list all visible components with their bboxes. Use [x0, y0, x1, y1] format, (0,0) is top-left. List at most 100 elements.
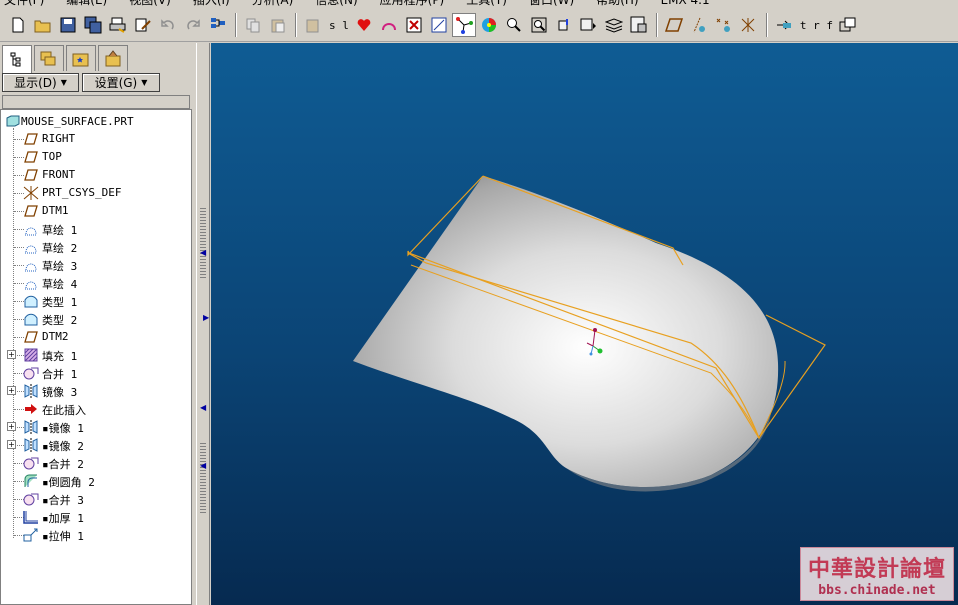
menu-item[interactable]: 文件(F)	[4, 0, 44, 8]
splitter-grip[interactable]	[200, 443, 206, 513]
graphics-viewport[interactable]	[211, 43, 958, 605]
pointer-icon[interactable]	[772, 13, 796, 37]
menu-item[interactable]: 编辑(E)	[66, 0, 107, 8]
panel-dropdowns: 显示(D) ▼ 设置(G) ▼	[2, 73, 160, 92]
boundary-icon	[23, 311, 39, 327]
settings-dropdown-label: 设置(G)	[94, 76, 138, 90]
connections-icon	[105, 49, 121, 66]
model-tree-icon	[10, 52, 21, 66]
mouse-surface[interactable]	[353, 176, 779, 488]
extrude-icon	[23, 527, 39, 543]
splitter-grip[interactable]	[200, 208, 206, 278]
insert-here-icon	[23, 401, 39, 417]
menu-item[interactable]: 插入(I)	[193, 0, 230, 8]
menu-item[interactable]: 应用程序(P)	[380, 0, 445, 8]
reorient-icon[interactable]	[552, 13, 576, 37]
datum-plane-icon	[23, 203, 39, 219]
settings-dropdown[interactable]: 设置(G) ▼	[82, 73, 160, 92]
model-render[interactable]	[211, 43, 958, 605]
tab-folder-browser[interactable]	[34, 45, 64, 71]
tab-connections[interactable]	[98, 45, 128, 71]
expand-right-icon[interactable]: ▶	[203, 313, 209, 322]
datum-point-icon[interactable]	[712, 13, 736, 37]
panel-tabs	[2, 45, 130, 73]
paste-special-icon[interactable]	[301, 13, 325, 37]
mirror-icon	[23, 419, 39, 435]
open-folder-icon[interactable]	[31, 13, 55, 37]
thicken-icon	[23, 509, 39, 525]
edit-sketch-icon[interactable]	[427, 13, 451, 37]
collapse-left-icon[interactable]: ◀	[200, 461, 206, 470]
zoom-fit-icon[interactable]	[527, 13, 551, 37]
watermark-title: 中華設計論壇	[807, 556, 946, 582]
tree-item-label: RIGHT	[42, 132, 76, 145]
spin-center-icon[interactable]	[451, 13, 476, 37]
favorites-icon	[72, 53, 89, 66]
panel-splitter[interactable]: ◀ ▶ ◀ ◀	[196, 43, 210, 605]
expand-toggle-icon[interactable]: +	[7, 386, 16, 395]
heart-icon[interactable]	[352, 13, 376, 37]
mirror-icon	[23, 437, 39, 453]
datum-axis-icon[interactable]	[687, 13, 711, 37]
watermark-url: bbs.chinade.net	[818, 582, 936, 598]
view-manager-icon[interactable]	[627, 13, 651, 37]
sketch-icon	[23, 257, 39, 273]
tree-item-label: 镜像 3	[42, 386, 78, 399]
tree-filter-bar[interactable]	[2, 95, 190, 109]
paste-icon[interactable]	[266, 13, 290, 37]
color-wheel-icon[interactable]	[477, 13, 501, 37]
zoom-in-icon[interactable]	[502, 13, 526, 37]
display-dropdown[interactable]: 显示(D) ▼	[2, 73, 79, 92]
csys-icon[interactable]	[737, 13, 761, 37]
collapse-left-icon[interactable]: ◀	[200, 248, 206, 257]
datum-plane-icon	[23, 149, 39, 165]
chevron-down-icon: ▼	[141, 78, 148, 87]
tree-item-label: 草绘 2	[42, 242, 78, 255]
tree-item-label: 草绘 3	[42, 260, 78, 273]
close-window-icon[interactable]	[402, 13, 426, 37]
expand-toggle-icon[interactable]: +	[7, 350, 16, 359]
shape-icon[interactable]	[377, 13, 401, 37]
tree-item-label: TOP	[42, 150, 62, 163]
tree-item-label: 草绘 1	[42, 224, 78, 237]
save-copy-icon[interactable]	[81, 13, 105, 37]
tree-item-label: 填充 1	[42, 350, 78, 363]
menu-item[interactable]: 视图(V)	[129, 0, 171, 8]
print-icon[interactable]	[106, 13, 130, 37]
merge-icon	[23, 455, 39, 471]
copy-icon[interactable]	[241, 13, 265, 37]
toolbar-text-sl[interactable]: s l	[326, 19, 352, 32]
menu-item[interactable]: 工具(T)	[466, 0, 507, 8]
part-icon	[5, 113, 21, 129]
tree-item-label: 类型 1	[42, 296, 78, 309]
menu-item[interactable]: EMX 4.1	[661, 0, 710, 7]
sketch-icon	[23, 275, 39, 291]
tree-item-label: ▪加厚 1	[42, 512, 84, 525]
expand-toggle-icon[interactable]: +	[7, 440, 16, 449]
toolbar-text-trf[interactable]: t r f	[797, 19, 836, 32]
forum-watermark: 中華設計論壇 bbs.chinade.net	[800, 547, 954, 601]
window-icon[interactable]	[836, 13, 860, 37]
menu-item[interactable]: 信息(N)	[315, 0, 357, 8]
expand-toggle-icon[interactable]: +	[7, 422, 16, 431]
regenerate-icon[interactable]	[206, 13, 230, 37]
menu-item[interactable]: 帮助(H)	[596, 0, 638, 8]
tree-item-label: ▪拉伸 1	[42, 530, 84, 543]
menu-item[interactable]: 分析(A)	[252, 0, 294, 8]
datum-plane-icon[interactable]	[662, 13, 686, 37]
tab-model-tree[interactable]	[2, 45, 32, 73]
tab-favorites[interactable]	[66, 45, 96, 71]
new-file-icon[interactable]	[6, 13, 30, 37]
named-view-icon[interactable]	[577, 13, 601, 37]
collapse-left-icon[interactable]: ◀	[200, 403, 206, 412]
tree-item-label: ▪合并 3	[42, 494, 84, 507]
sketch-icon	[23, 239, 39, 255]
tree-item-label: 类型 2	[42, 314, 78, 327]
layers-icon[interactable]	[602, 13, 626, 37]
redo-icon[interactable]	[181, 13, 205, 37]
save-icon[interactable]	[56, 13, 80, 37]
mirror-icon	[23, 383, 39, 399]
edit-icon[interactable]	[131, 13, 155, 37]
menu-item[interactable]: 窗口(W)	[529, 0, 574, 8]
undo-icon[interactable]	[156, 13, 180, 37]
